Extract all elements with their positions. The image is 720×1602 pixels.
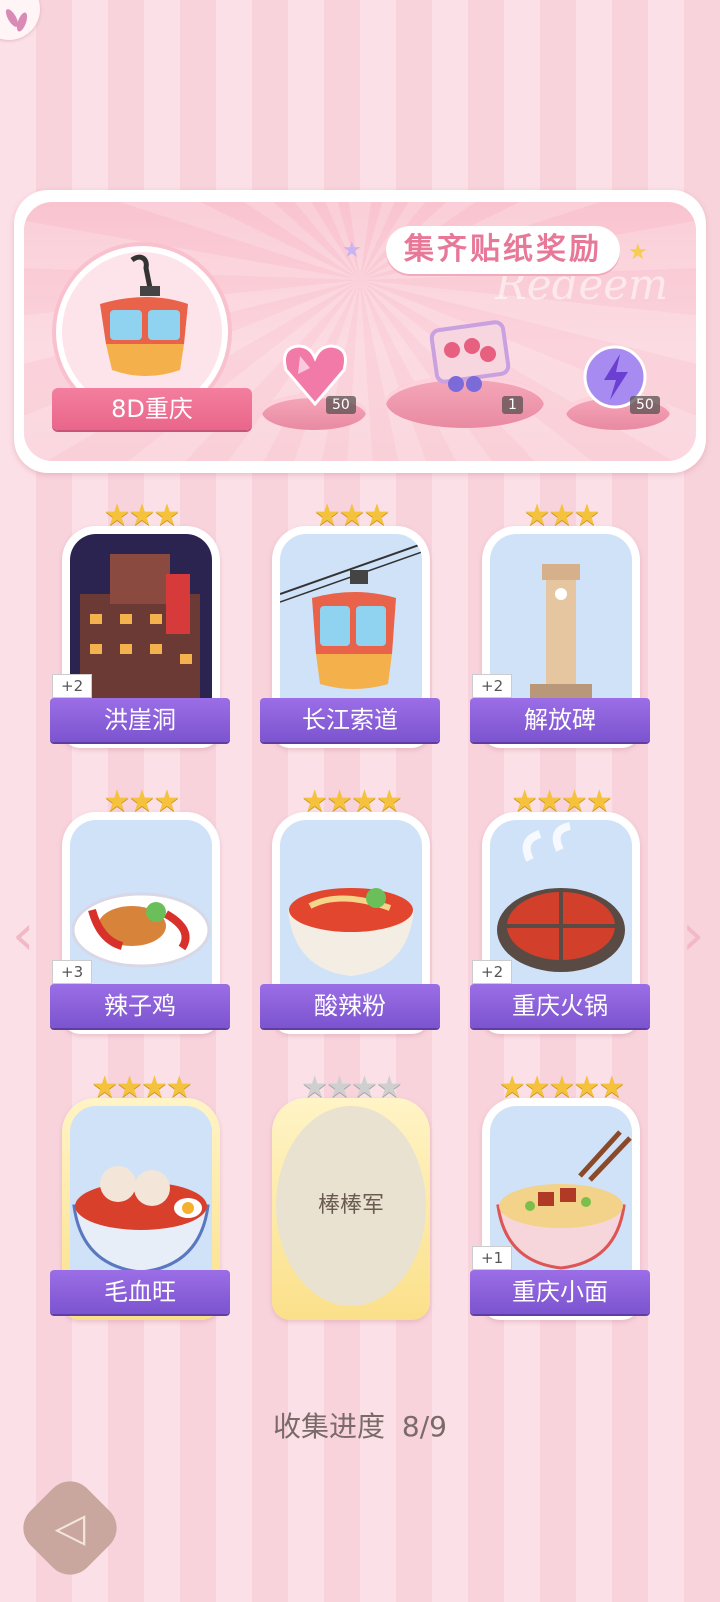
locked-card-title: 棒棒军 bbox=[276, 1106, 426, 1306]
card-title: 酸辣粉 bbox=[260, 984, 440, 1028]
sticker-card-laziji[interactable]: ★★★ +3 辣子鸡 bbox=[50, 784, 230, 1036]
card-title: 洪崖洞 bbox=[50, 698, 230, 742]
progress-label: 收集进度 bbox=[273, 1410, 386, 1443]
back-arrow-icon: ◁ bbox=[54, 1505, 86, 1551]
prev-page-arrow-icon[interactable]: ‹ bbox=[12, 906, 42, 966]
card-title: 重庆小面 bbox=[470, 1270, 650, 1314]
duplicate-count: +3 bbox=[52, 960, 93, 984]
reward-count: 1 bbox=[502, 396, 523, 414]
card-title: 长江索道 bbox=[260, 698, 440, 742]
back-button[interactable]: ◁ bbox=[13, 1471, 127, 1585]
progress-value: 8/9 bbox=[401, 1410, 447, 1443]
reward-count: 50 bbox=[630, 396, 660, 414]
sticker-card-hotpot[interactable]: ★★★★ +2 重庆火锅 bbox=[470, 784, 650, 1036]
city-name-ribbon: 8D重庆 bbox=[52, 388, 252, 430]
card-title: 重庆火锅 bbox=[470, 984, 650, 1028]
sticker-card-hongyadong[interactable]: ★★★ +2 洪崖洞 bbox=[50, 498, 230, 750]
card-title: 解放碑 bbox=[470, 698, 650, 742]
maoxuewang-image bbox=[70, 1106, 212, 1282]
sticker-card-maoxuewang[interactable]: ★★★★ 毛血旺 bbox=[50, 1070, 230, 1322]
star-sparkle-icon: ★ bbox=[628, 240, 648, 265]
next-page-arrow-icon[interactable]: › bbox=[682, 906, 712, 966]
sticker-card-cableway[interactable]: ★★★ 长江索道 bbox=[260, 498, 440, 750]
star-sparkle-icon: ★ bbox=[342, 238, 362, 263]
gift-box-icon bbox=[429, 320, 511, 392]
sticker-card-suanlafen[interactable]: ★★★★ 酸辣粉 bbox=[260, 784, 440, 1036]
duplicate-count: +2 bbox=[52, 674, 93, 698]
collection-progress: 收集进度 8/9 bbox=[0, 1405, 720, 1445]
suanlafen-image bbox=[280, 820, 422, 996]
reward-title: 集齐贴纸奖励 bbox=[386, 226, 620, 274]
duplicate-count: +2 bbox=[472, 960, 513, 984]
reward-count: 50 bbox=[326, 396, 356, 414]
duplicate-count: +1 bbox=[472, 1246, 513, 1270]
card-title: 辣子鸡 bbox=[50, 984, 230, 1028]
reward-banner: Redeem ★ ★ 集齐贴纸奖励 8D重庆 50 1 50 bbox=[14, 190, 706, 473]
cableway-image bbox=[280, 534, 422, 710]
menu-flower-button[interactable] bbox=[0, 0, 40, 40]
sticker-card-xiaomian[interactable]: ★★★★★ +1 重庆小面 bbox=[470, 1070, 650, 1322]
sticker-card-jiefangbei[interactable]: ★★★ +2 解放碑 bbox=[470, 498, 650, 750]
sticker-card-bangbangjun-locked[interactable]: ★★★★ 棒棒军 bbox=[266, 1070, 436, 1322]
card-title: 毛血旺 bbox=[50, 1270, 230, 1314]
duplicate-count: +2 bbox=[472, 674, 513, 698]
